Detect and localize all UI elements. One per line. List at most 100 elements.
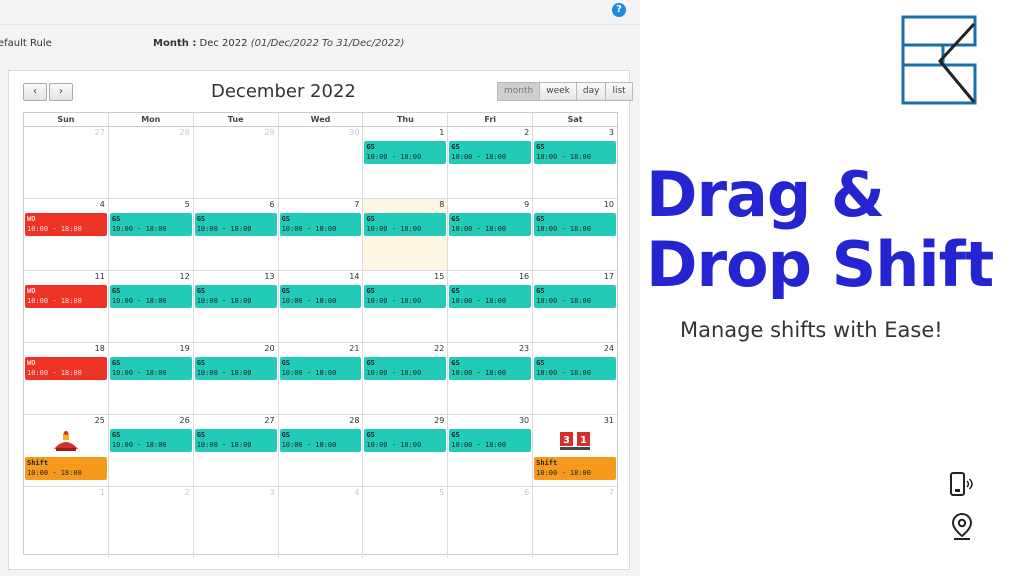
day-number: 5 [439, 488, 445, 497]
shift-time: 10:00 - 18:00 [196, 297, 252, 305]
day-cell[interactable]: 27 GS 10:00 - 18:00 [192, 415, 278, 486]
help-icon[interactable]: ? [612, 3, 626, 17]
day-cell[interactable]: 7 [532, 487, 617, 558]
day-cell[interactable]: 30 [277, 127, 363, 198]
day-cell[interactable]: 18 WO 10:00 - 18:00 [24, 343, 108, 414]
day-cell[interactable]: 1 [24, 487, 108, 558]
view-week-button[interactable]: week [539, 82, 577, 101]
shift-event[interactable]: GS 10:00 - 18:00 [279, 285, 362, 308]
day-number: 3 [608, 128, 615, 137]
shift-event[interactable]: GS 10:00 - 18:00 [194, 429, 277, 452]
day-cell[interactable]: 12 GS 10:00 - 18:00 [107, 271, 193, 342]
view-day-button[interactable]: day [575, 82, 607, 101]
day-cell[interactable]: 28 GS 10:00 - 18:00 [277, 415, 363, 486]
shift-event[interactable]: GS 10:00 - 18:00 [279, 213, 362, 236]
weekday-mon: Mon [107, 113, 193, 126]
day-cell[interactable]: 3 GS 10:00 - 18:00 [532, 127, 617, 198]
shift-event[interactable]: GS 10:00 - 18:00 [364, 429, 447, 452]
shift-event[interactable]: GS 10:00 - 18:00 [449, 285, 532, 308]
day-cell[interactable]: 10 GS 10:00 - 18:00 [532, 199, 617, 270]
shift-code: GS [451, 215, 460, 223]
day-cell[interactable]: 19 GS 10:00 - 18:00 [107, 343, 193, 414]
day-cell[interactable]: 6 [447, 487, 532, 558]
shift-time: 10:00 - 18:00 [27, 369, 82, 377]
shift-event[interactable]: GS 10:00 - 18:00 [449, 429, 532, 452]
shift-time: 10:00 - 18:00 [281, 441, 337, 449]
shift-event[interactable]: GS 10:00 - 18:00 [109, 285, 192, 308]
day-cell[interactable]: 13 GS 10:00 - 18:00 [192, 271, 278, 342]
day-cell[interactable]: 22 GS 10:00 - 18:00 [362, 343, 447, 414]
shift-event[interactable]: WO 10:00 - 18:00 [25, 285, 107, 308]
day-cell[interactable]: 17 GS 10:00 - 18:00 [532, 271, 617, 342]
day-cell[interactable]: 9 GS 10:00 - 18:00 [447, 199, 532, 270]
day-cell[interactable]: 29 GS 10:00 - 18:00 [362, 415, 447, 486]
day-cell[interactable]: 4 WO 10:00 - 18:00 [24, 199, 108, 270]
shift-event[interactable]: GS 10:00 - 18:00 [364, 285, 447, 308]
shift-time: 10:00 - 18:00 [196, 369, 252, 377]
shift-event[interactable]: GS 10:00 - 18:00 [109, 213, 192, 236]
day-number: 27 [264, 416, 275, 425]
shift-time: 10:00 - 18:00 [451, 369, 507, 377]
day-cell[interactable]: 5 [362, 487, 447, 558]
day-cell[interactable]: 16 GS 10:00 - 18:00 [447, 271, 532, 342]
day-cell[interactable]: 1 GS 10:00 - 18:00 [362, 127, 447, 198]
day-cell[interactable]: 15 GS 10:00 - 18:00 [362, 271, 447, 342]
shift-event[interactable]: GS 10:00 - 18:00 [449, 141, 532, 164]
view-list-button[interactable]: list [605, 82, 633, 101]
shift-event[interactable]: GS 10:00 - 18:00 [279, 429, 362, 452]
shift-event[interactable]: GS 10:00 - 18:00 [534, 357, 617, 380]
day-cell[interactable]: 27 [24, 127, 108, 198]
day-cell[interactable]: 24 GS 10:00 - 18:00 [532, 343, 617, 414]
shift-event[interactable]: GS 10:00 - 18:00 [364, 213, 447, 236]
day-number: 28 [179, 128, 190, 137]
shift-time: 10:00 - 18:00 [27, 225, 82, 233]
day-cell[interactable]: 14 GS 10:00 - 18:00 [277, 271, 363, 342]
day-number: 3 [269, 488, 275, 497]
next-month-button[interactable]: › [49, 83, 73, 101]
shift-event[interactable]: GS 10:00 - 18:00 [194, 357, 277, 380]
shift-event[interactable]: GS 10:00 - 18:00 [534, 213, 617, 236]
shift-event[interactable]: WO 10:00 - 18:00 [25, 357, 107, 380]
shift-event[interactable]: GS 10:00 - 18:00 [109, 357, 192, 380]
day-cell[interactable]: 11 WO 10:00 - 18:00 [24, 271, 108, 342]
shift-event[interactable]: GS 10:00 - 18:00 [194, 213, 277, 236]
shift-event[interactable]: WO 10:00 - 18:00 [25, 213, 107, 236]
shift-event[interactable]: GS 10:00 - 18:00 [534, 141, 617, 164]
day-cell[interactable]: 29 [192, 127, 278, 198]
shift-event[interactable]: Shift 10:00 - 18:00 [534, 457, 617, 480]
shift-event[interactable]: GS 10:00 - 18:00 [364, 357, 447, 380]
day-cell[interactable]: 23 GS 10:00 - 18:00 [447, 343, 532, 414]
day-number: 10 [603, 200, 615, 209]
day-cell[interactable]: 21 GS 10:00 - 18:00 [277, 343, 363, 414]
day-cell[interactable]: 25 Shift 10:00 - 18:00 [24, 415, 108, 486]
day-cell[interactable]: 4 [277, 487, 363, 558]
shift-event[interactable]: Shift 10:00 - 18:00 [25, 457, 107, 480]
shift-code: GS [451, 287, 460, 295]
shift-event[interactable]: GS 10:00 - 18:00 [364, 141, 447, 164]
day-number: 26 [179, 416, 190, 425]
view-month-button[interactable]: month [497, 82, 541, 101]
day-cell[interactable]: 28 [107, 127, 193, 198]
shift-event[interactable]: GS 10:00 - 18:00 [449, 357, 532, 380]
shift-event[interactable]: GS 10:00 - 18:00 [109, 429, 192, 452]
day-cell[interactable]: 26 GS 10:00 - 18:00 [107, 415, 193, 486]
day-cell[interactable]: 7 GS 10:00 - 18:00 [277, 199, 363, 270]
day-cell[interactable]: 2 GS 10:00 - 18:00 [447, 127, 532, 198]
shift-time: 10:00 - 18:00 [366, 441, 422, 449]
day-cell[interactable]: 2 [107, 487, 193, 558]
prev-month-button[interactable]: ‹ [23, 83, 47, 101]
day-cell[interactable]: 5 GS 10:00 - 18:00 [107, 199, 193, 270]
shift-event[interactable]: GS 10:00 - 18:00 [449, 213, 532, 236]
shift-event[interactable]: GS 10:00 - 18:00 [534, 285, 617, 308]
shift-event[interactable]: GS 10:00 - 18:00 [279, 357, 362, 380]
day-cell[interactable]: 8 GS 10:00 - 18:00 [362, 199, 448, 270]
day-number: 27 [94, 128, 105, 137]
day-cell[interactable]: 6 GS 10:00 - 18:00 [192, 199, 278, 270]
day-cell[interactable]: 3 [192, 487, 278, 558]
day-cell[interactable]: 31 3 1 Shift 10:00 - 18:00 [532, 415, 617, 486]
day-cell[interactable]: 20 GS 10:00 - 18:00 [192, 343, 278, 414]
shift-event[interactable]: GS 10:00 - 18:00 [194, 285, 277, 308]
day-number: 14 [349, 272, 360, 281]
day-cell[interactable]: 30 GS 10:00 - 18:00 [447, 415, 532, 486]
shift-time: 10:00 - 18:00 [536, 369, 591, 377]
